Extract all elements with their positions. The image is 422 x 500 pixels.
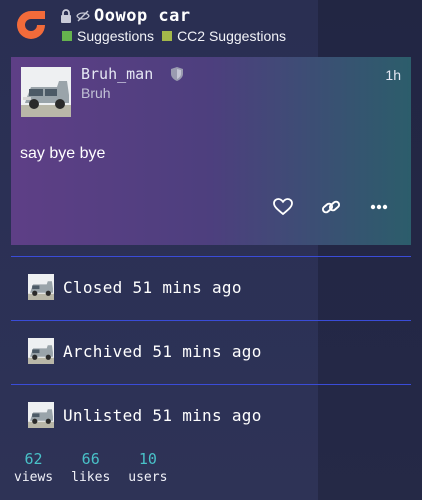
shield-icon xyxy=(171,67,183,81)
event-avatar[interactable] xyxy=(28,402,54,428)
share-link-button[interactable] xyxy=(321,197,341,217)
topic-event-archived: Archived 51 mins ago xyxy=(28,338,262,364)
post-time[interactable]: 1h xyxy=(385,67,401,83)
topic-event-unlisted: Unlisted 51 mins ago xyxy=(28,402,262,428)
event-avatar[interactable] xyxy=(28,338,54,364)
separator xyxy=(11,320,411,321)
category-badge-cc2-suggestions[interactable]: CC2 Suggestions xyxy=(162,28,286,44)
avatar[interactable] xyxy=(21,67,71,117)
like-button[interactable] xyxy=(273,197,293,217)
stat-label: views xyxy=(14,470,54,485)
category-badge-suggestions[interactable]: Suggestions xyxy=(62,28,154,44)
stat-views: 62 views xyxy=(14,450,53,485)
stat-value: 62 xyxy=(24,450,43,468)
eye-slash-icon xyxy=(76,10,90,22)
topic-event-closed: Closed 51 mins ago xyxy=(28,274,242,300)
topic-title[interactable]: Oowop car xyxy=(94,6,191,26)
topic-header: Oowop car Suggestions CC2 Suggestions xyxy=(0,0,422,56)
separator xyxy=(11,384,411,385)
category-color-square xyxy=(162,31,173,41)
event-avatar[interactable] xyxy=(28,274,54,300)
stat-label: likes xyxy=(71,470,111,485)
event-text: Unlisted 51 mins ago xyxy=(63,405,262,425)
category-label: CC2 Suggestions xyxy=(177,28,287,44)
post-actions xyxy=(273,197,389,217)
event-text: Archived 51 mins ago xyxy=(63,341,262,361)
stat-likes: 66 likes xyxy=(71,450,110,485)
post-content: say bye bye xyxy=(20,145,106,162)
stat-value: 66 xyxy=(81,450,100,468)
separator xyxy=(11,256,411,257)
link-icon xyxy=(321,200,341,214)
ellipsis-icon xyxy=(370,204,388,210)
category-label: Suggestions xyxy=(77,28,155,44)
category-color-square xyxy=(62,31,72,41)
event-text: Closed 51 mins ago xyxy=(63,277,242,297)
site-logo-icon[interactable] xyxy=(14,8,48,42)
post-display-name: Bruh xyxy=(81,85,111,101)
stat-label: users xyxy=(128,470,168,485)
stat-users: 10 users xyxy=(128,450,167,485)
lock-icon xyxy=(61,9,71,23)
stat-value: 10 xyxy=(138,450,157,468)
topic-stats: 62 views 66 likes 10 users xyxy=(14,450,167,485)
heart-icon xyxy=(273,198,293,216)
post-username[interactable]: Bruh_man xyxy=(81,65,153,83)
more-options-button[interactable] xyxy=(369,197,389,217)
post-card: Bruh_man Bruh 1h say bye bye xyxy=(11,57,411,245)
